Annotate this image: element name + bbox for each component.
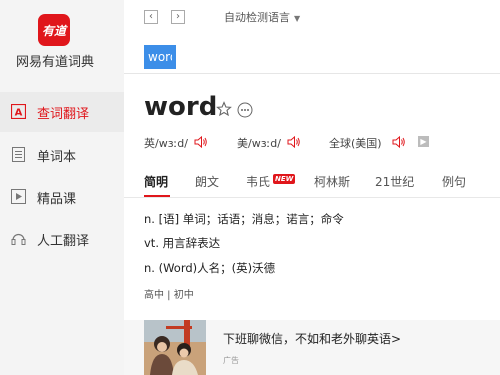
sidebar-item-translate[interactable]: A 查词翻译 [0, 92, 124, 132]
app-name: 网易有道词典 [15, 55, 94, 70]
wordbook-icon [11, 147, 26, 162]
tab-examples[interactable]: 例句 [442, 173, 466, 190]
language-selector[interactable]: 自动检测语言 ▼ [224, 9, 300, 25]
speaker-us-icon[interactable] [287, 134, 301, 153]
ad-label: 广告 [223, 356, 239, 365]
main-panel: ‹ › 自动检测语言▼ word 英/wɜːd/ 美/wɜːd/ 全球(美国) … [124, 0, 500, 375]
pronunciation-uk: 英/wɜːd/ [144, 137, 188, 150]
exam-level: 高中 | 初中 [144, 290, 194, 301]
sidebar-item-course[interactable]: 精品课 [0, 177, 124, 217]
tab-collins[interactable]: 柯林斯 [314, 173, 350, 190]
sidebar-item-label: 人工翻译 [37, 233, 90, 249]
definition-line: n. (Word)人名；(英)沃德 [144, 261, 276, 275]
new-badge: NEW [273, 174, 296, 184]
ad-image[interactable] [144, 320, 206, 375]
divider [124, 73, 500, 74]
sidebar-item-human-translate[interactable]: 人工翻译 [0, 219, 124, 259]
pronunciation-global: 全球(美国) [329, 137, 382, 150]
sidebar: 有道 网易有道词典 A 查词翻译 单词本 精品课 人工翻译 [0, 0, 124, 375]
more-accents-icon[interactable]: ▶ [418, 136, 429, 147]
definition-line: vt. 用言辞表达 [144, 236, 221, 250]
pronunciation-us: 美/wɜːd/ [237, 137, 281, 150]
sidebar-item-label: 查词翻译 [37, 106, 90, 122]
sidebar-item-wordbook[interactable]: 单词本 [0, 135, 124, 175]
active-tab-indicator [144, 195, 170, 197]
star-icon[interactable] [216, 101, 232, 121]
speaker-global-icon[interactable] [392, 134, 406, 153]
svg-text:A: A [15, 108, 23, 119]
translate-icon: A [11, 104, 26, 119]
speaker-uk-icon[interactable] [194, 134, 208, 153]
search-input[interactable] [144, 45, 176, 69]
tab-webster[interactable]: 韦氏 NEW [246, 173, 296, 190]
more-options-icon[interactable] [237, 102, 253, 122]
definition-line: n. [语] 单词；话语；消息；诺言；命令 [144, 212, 344, 226]
forward-button[interactable]: › [171, 10, 185, 24]
ad-banner[interactable]: 下班聊微信，不如和老外聊英语> 广告 [124, 320, 500, 375]
tab-longman[interactable]: 朗文 [195, 173, 219, 190]
headword: word [144, 92, 218, 122]
tab-concise[interactable]: 简明 [144, 173, 168, 190]
tab-label: 韦氏 [246, 175, 271, 189]
ad-title[interactable]: 下班聊微信，不如和老外聊英语> [223, 330, 401, 347]
back-button[interactable]: ‹ [144, 10, 158, 24]
course-icon [11, 189, 26, 204]
sidebar-item-label: 精品课 [37, 191, 77, 207]
app-logo: 有道 [38, 14, 70, 46]
sidebar-item-label: 单词本 [37, 149, 77, 165]
tab-21st-century[interactable]: 21世纪 [375, 173, 414, 190]
language-label: 自动检测语言 [224, 11, 290, 24]
human-translate-icon [11, 231, 26, 246]
caret-down-icon: ▼ [294, 14, 301, 23]
dictionary-tabs: 简明 朗文 韦氏 NEW 柯林斯 21世纪 例句 [124, 170, 500, 198]
